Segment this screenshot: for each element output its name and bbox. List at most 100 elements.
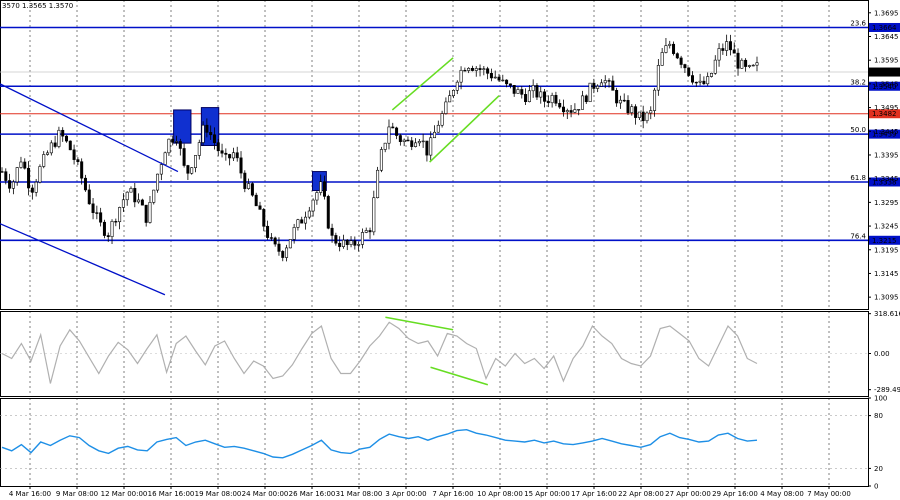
candle-body xyxy=(281,251,285,258)
candle-body xyxy=(425,140,429,156)
candle-body xyxy=(486,68,490,74)
candle-body xyxy=(125,191,129,201)
x-tick-label: 29 Apr 16:00 xyxy=(712,490,758,498)
candle-body xyxy=(497,76,501,81)
candle-body xyxy=(330,227,334,236)
candle-body xyxy=(68,140,72,151)
candle-body xyxy=(258,205,262,210)
candle-body xyxy=(717,48,721,61)
x-tick-label: 31 Mar 08:00 xyxy=(336,490,383,498)
candle-body xyxy=(721,48,725,51)
candle-body xyxy=(137,199,141,203)
candle-body xyxy=(596,85,600,89)
candle-body xyxy=(421,140,425,143)
candle-body xyxy=(322,181,326,197)
candle-body xyxy=(470,67,474,71)
candle-body xyxy=(645,112,649,122)
candle-body xyxy=(152,189,156,203)
candle-body xyxy=(353,240,357,246)
candle-body xyxy=(49,142,53,154)
candle-body xyxy=(190,167,194,174)
rsi-tick-label: 100 xyxy=(874,395,887,403)
candle-body xyxy=(622,99,626,102)
x-tick-label: 10 Apr 08:00 xyxy=(477,490,523,498)
current-price-label: 1.3570 xyxy=(872,69,897,77)
candle-body xyxy=(599,82,603,87)
candle-body xyxy=(30,187,34,193)
candle-body xyxy=(611,80,615,91)
candle-body xyxy=(641,111,645,122)
candle-body xyxy=(144,204,148,223)
candle-body xyxy=(535,85,539,98)
candle-body xyxy=(311,199,315,212)
x-tick-label: 9 Mar 08:00 xyxy=(56,490,98,498)
candle-body xyxy=(414,142,418,147)
candle-body xyxy=(175,141,179,143)
candle-body xyxy=(224,152,228,155)
candle-body xyxy=(269,237,273,239)
candle-body xyxy=(634,106,638,118)
candle-body xyxy=(129,188,133,193)
candle-body xyxy=(751,64,755,67)
candle-body xyxy=(508,83,512,86)
price-tick-label: 1.3545 xyxy=(874,80,899,88)
candle-body xyxy=(744,59,748,67)
candle-body xyxy=(23,161,27,169)
candle-body xyxy=(448,95,452,103)
candle-body xyxy=(250,183,254,196)
candle-body xyxy=(304,216,308,224)
candle-body xyxy=(243,172,247,189)
candle-body xyxy=(273,237,277,245)
price-tick-label: 1.3245 xyxy=(874,223,899,231)
candle-body xyxy=(19,161,23,168)
candle-body xyxy=(524,94,528,103)
x-tick-label: 16 Mar 16:00 xyxy=(148,490,195,498)
x-tick-label: 15 Apr 00:00 xyxy=(524,490,570,498)
candle-body xyxy=(57,129,61,147)
candle-body xyxy=(660,52,664,66)
candle-body xyxy=(148,202,152,223)
candle-body xyxy=(653,89,657,111)
candle-body xyxy=(338,242,342,247)
candle-body xyxy=(387,126,391,144)
candle-body xyxy=(580,95,584,110)
candle-body xyxy=(61,129,65,137)
candle-body xyxy=(360,232,364,245)
cci-tick-label: -289.493 xyxy=(874,386,900,394)
fib-price-label: 1.3664 xyxy=(872,24,897,32)
price-tick-label: 1.3395 xyxy=(874,151,899,159)
x-tick-label: 22 Apr 08:00 xyxy=(618,490,664,498)
candle-body xyxy=(11,181,15,189)
candle-body xyxy=(140,199,144,206)
candle-body xyxy=(133,188,137,203)
candle-body xyxy=(694,81,698,84)
price-tick-label: 1.3595 xyxy=(874,57,899,65)
candle-body xyxy=(34,181,38,193)
candle-body xyxy=(668,43,672,46)
candle-body xyxy=(618,99,622,104)
candle-body xyxy=(584,95,588,103)
candle-body xyxy=(546,101,550,104)
candle-body xyxy=(372,197,376,233)
candle-body xyxy=(76,159,80,163)
candle-body xyxy=(691,75,695,83)
candle-body xyxy=(182,148,186,166)
candle-body xyxy=(543,91,547,102)
rsi-tick-label: 0 xyxy=(874,483,878,491)
candle-body xyxy=(550,95,554,104)
candle-body xyxy=(656,65,660,91)
x-tick-label: 26 Mar 16:00 xyxy=(289,490,336,498)
candle-body xyxy=(307,210,311,218)
candle-body xyxy=(489,73,493,79)
candle-body xyxy=(220,150,224,154)
candle-body xyxy=(433,131,437,139)
candle-body xyxy=(603,80,607,84)
candle-body xyxy=(402,139,406,142)
candle-body xyxy=(747,65,751,67)
candle-body xyxy=(531,85,535,92)
candle-body xyxy=(80,161,84,179)
candle-body xyxy=(209,132,213,136)
candle-body xyxy=(451,90,455,96)
candle-body xyxy=(675,53,679,59)
candle-body xyxy=(266,225,270,238)
